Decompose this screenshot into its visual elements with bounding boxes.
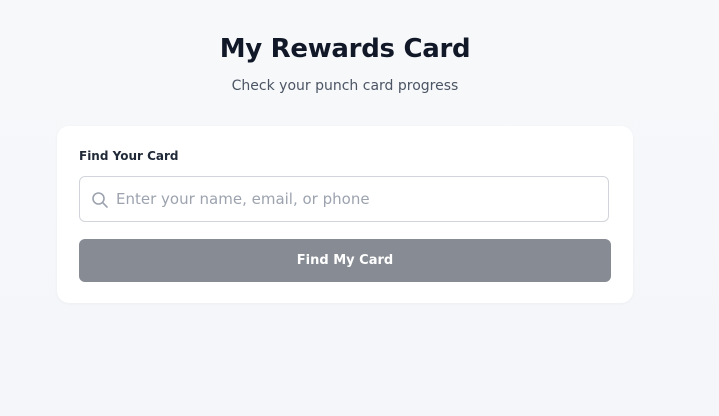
find-card-label: Find Your Card — [79, 149, 179, 163]
find-card-panel: Find Your Card Find My Card — [57, 126, 633, 303]
rewards-page: My Rewards Card Check your punch card pr… — [0, 0, 719, 416]
page-subtitle: Check your punch card progress — [231, 78, 459, 94]
find-my-card-button[interactable]: Find My Card — [79, 239, 611, 282]
search-input[interactable] — [116, 177, 596, 221]
page-title: My Rewards Card — [219, 34, 471, 64]
search-icon — [91, 191, 109, 209]
search-field[interactable] — [79, 176, 609, 222]
